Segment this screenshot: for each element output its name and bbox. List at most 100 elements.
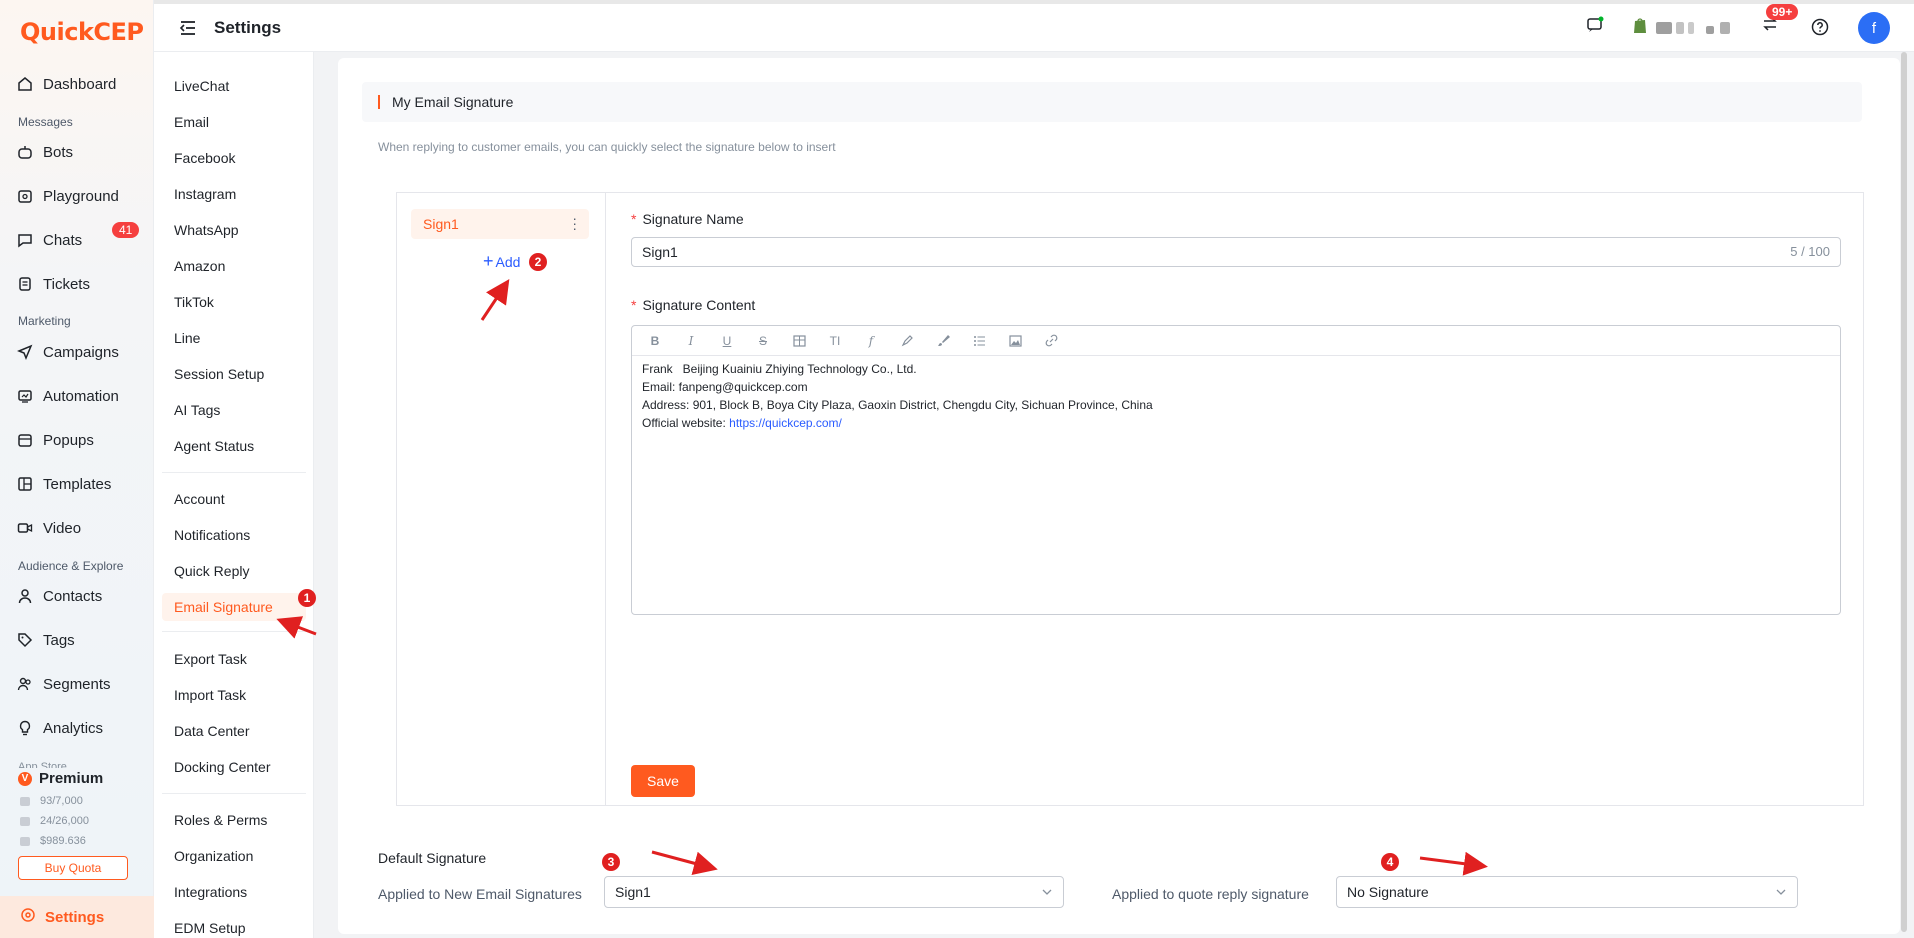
- main-content: My Email Signature When replying to cust…: [338, 58, 1900, 934]
- nav-templates[interactable]: Templates: [16, 470, 111, 498]
- nav-automation[interactable]: Automation: [16, 382, 119, 410]
- signature-panel: Sign1 · · · + Add * Signature Name Sign1 5 /…: [396, 192, 1864, 806]
- nav-settings[interactable]: Settings: [0, 896, 154, 938]
- nav-label: Settings: [45, 908, 105, 926]
- subnav-notifications[interactable]: Notifications: [174, 523, 250, 547]
- subnav-agent-status[interactable]: Agent Status: [174, 434, 254, 458]
- underline-icon[interactable]: U: [718, 332, 736, 350]
- balance-value: $989.636: [40, 835, 86, 847]
- link-icon[interactable]: [1042, 332, 1060, 350]
- annotation-number-4: 4: [1381, 853, 1399, 871]
- nav-playground[interactable]: Playground: [16, 182, 119, 210]
- settings-icon: [20, 907, 36, 927]
- brush-icon[interactable]: [934, 332, 952, 350]
- nav-dashboard[interactable]: Dashboard: [16, 70, 116, 98]
- bullet-list-icon[interactable]: [970, 332, 988, 350]
- subnav-livechat[interactable]: LiveChat: [174, 74, 229, 98]
- send-icon: [16, 343, 34, 361]
- nav-segments[interactable]: Segments: [16, 670, 111, 698]
- new-signature-label: Applied to New Email Signatures: [378, 886, 582, 902]
- content-line: Official website: https://quickcep.com/: [642, 414, 1830, 432]
- reply-signature-select[interactable]: No Signature: [1336, 876, 1798, 908]
- buy-quota-button[interactable]: Buy Quota: [18, 856, 128, 880]
- table-icon[interactable]: [790, 332, 808, 350]
- user-avatar[interactable]: f: [1858, 12, 1890, 44]
- users-icon: [16, 675, 34, 693]
- highlight-icon[interactable]: [898, 332, 916, 350]
- required-mark: *: [631, 297, 637, 313]
- subnav-email-signature[interactable]: Email Signature: [162, 593, 306, 621]
- nav-tags[interactable]: Tags: [16, 626, 75, 654]
- nav-bots[interactable]: Bots: [16, 138, 73, 166]
- plan-name: Premium: [39, 770, 104, 787]
- annotation-number-2: 2: [529, 253, 547, 271]
- subnav-facebook[interactable]: Facebook: [174, 146, 235, 170]
- new-signature-select[interactable]: Sign1: [604, 876, 1064, 908]
- subnav-instagram[interactable]: Instagram: [174, 182, 236, 206]
- nav-campaigns[interactable]: Campaigns: [16, 338, 119, 366]
- subnav-account[interactable]: Account: [174, 487, 225, 511]
- subnav-email[interactable]: Email: [174, 110, 209, 134]
- top-header: Settings: [154, 0, 1914, 52]
- strikethrough-icon[interactable]: S: [754, 332, 772, 350]
- subnav-session-setup[interactable]: Session Setup: [174, 362, 264, 386]
- video-icon: [16, 519, 34, 537]
- page-scrollbar[interactable]: [1900, 52, 1908, 938]
- subnav-export-task[interactable]: Export Task: [174, 647, 247, 671]
- nav-chats[interactable]: Chats: [16, 226, 82, 254]
- reply-signature-label: Applied to quote reply signature: [1112, 886, 1309, 902]
- nav-analytics[interactable]: Analytics: [16, 714, 103, 742]
- tag-icon: [16, 631, 34, 649]
- subnav-ai-tags[interactable]: AI Tags: [174, 398, 220, 422]
- nav-label: Bots: [43, 143, 74, 161]
- subnav-quick-reply[interactable]: Quick Reply: [174, 559, 249, 583]
- help-icon[interactable]: [1811, 18, 1829, 39]
- add-signature-button[interactable]: + Add: [483, 251, 520, 272]
- subnav-import-task[interactable]: Import Task: [174, 683, 246, 707]
- required-mark: *: [631, 211, 637, 227]
- nav-contacts[interactable]: Contacts: [16, 582, 102, 610]
- subnav-data-center[interactable]: Data Center: [174, 719, 249, 743]
- italic-icon[interactable]: I: [682, 332, 700, 350]
- bold-icon[interactable]: B: [646, 332, 664, 350]
- font-family-icon[interactable]: f: [862, 332, 880, 350]
- subnav-line[interactable]: Line: [174, 326, 200, 350]
- subnav-whatsapp[interactable]: WhatsApp: [174, 218, 239, 242]
- subnav-divider: [162, 472, 306, 473]
- chat-status-icon[interactable]: [1586, 16, 1604, 37]
- editor-body[interactable]: Frank Beijing Kuainiu Zhiying Technology…: [632, 356, 1840, 436]
- nav-label: Contacts: [43, 587, 103, 605]
- signature-content-editor[interactable]: B I U S TI f Frank Beijing Kuainiu Zhiyi…: [631, 325, 1841, 615]
- image-icon[interactable]: [1006, 332, 1024, 350]
- more-options-icon[interactable]: · · ·: [572, 211, 577, 235]
- nav-video[interactable]: Video: [16, 514, 81, 542]
- subnav-organization[interactable]: Organization: [174, 844, 253, 868]
- nav-label: Campaigns: [43, 343, 119, 361]
- nav-label: Popups: [43, 431, 94, 449]
- scrollbar-thumb[interactable]: [1901, 52, 1907, 932]
- quickcep-logo[interactable]: QuickCEP: [20, 18, 144, 46]
- subnav-roles-perms[interactable]: Roles & Perms: [174, 808, 267, 832]
- nav-label: Dashboard: [43, 75, 117, 93]
- subnav-amazon[interactable]: Amazon: [174, 254, 225, 278]
- signature-list-item[interactable]: Sign1 · · ·: [411, 209, 589, 239]
- signature-name-input[interactable]: Sign1 5 / 100: [631, 237, 1841, 267]
- nav-label: Tags: [43, 631, 75, 649]
- save-button[interactable]: Save: [631, 765, 695, 797]
- nav-tickets[interactable]: Tickets: [16, 270, 90, 298]
- subnav-edm-setup[interactable]: EDM Setup: [174, 916, 246, 938]
- subnav-docking-center[interactable]: Docking Center: [174, 755, 271, 779]
- collapse-menu-icon[interactable]: [178, 18, 198, 41]
- subnav-integrations[interactable]: Integrations: [174, 880, 247, 904]
- content-line: Email: fanpeng@quickcep.com: [642, 380, 808, 394]
- shopify-icon[interactable]: [1632, 16, 1648, 37]
- section-appstore: App Store: [18, 761, 67, 768]
- font-size-icon[interactable]: TI: [826, 332, 844, 350]
- subnav-tiktok[interactable]: TikTok: [174, 290, 214, 314]
- nav-popups[interactable]: Popups: [16, 426, 94, 454]
- signature-content-label: * Signature Content: [631, 297, 755, 313]
- quota-row-2: 24/26,000: [20, 815, 89, 827]
- blurred-store-icon: [1656, 22, 1672, 34]
- home-icon: [16, 75, 34, 93]
- website-link[interactable]: https://quickcep.com/: [729, 416, 842, 430]
